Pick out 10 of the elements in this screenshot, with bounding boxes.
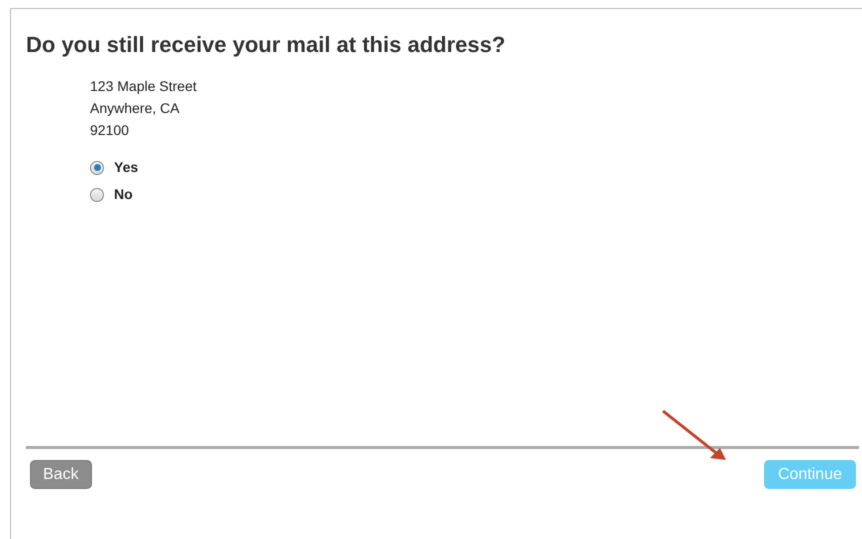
address-line: 92100: [90, 121, 129, 140]
page-title: Do you still receive your mail at this address?: [26, 31, 506, 59]
radio-button[interactable]: [90, 188, 104, 202]
address-line: Anywhere, CA: [90, 99, 180, 118]
address-line: 123 Maple Street: [90, 77, 197, 96]
back-button[interactable]: Back: [30, 460, 92, 489]
option-label: Yes: [114, 158, 138, 177]
option-label: No: [114, 185, 133, 204]
radio-button[interactable]: [90, 160, 104, 174]
continue-button[interactable]: Continue: [764, 460, 856, 489]
